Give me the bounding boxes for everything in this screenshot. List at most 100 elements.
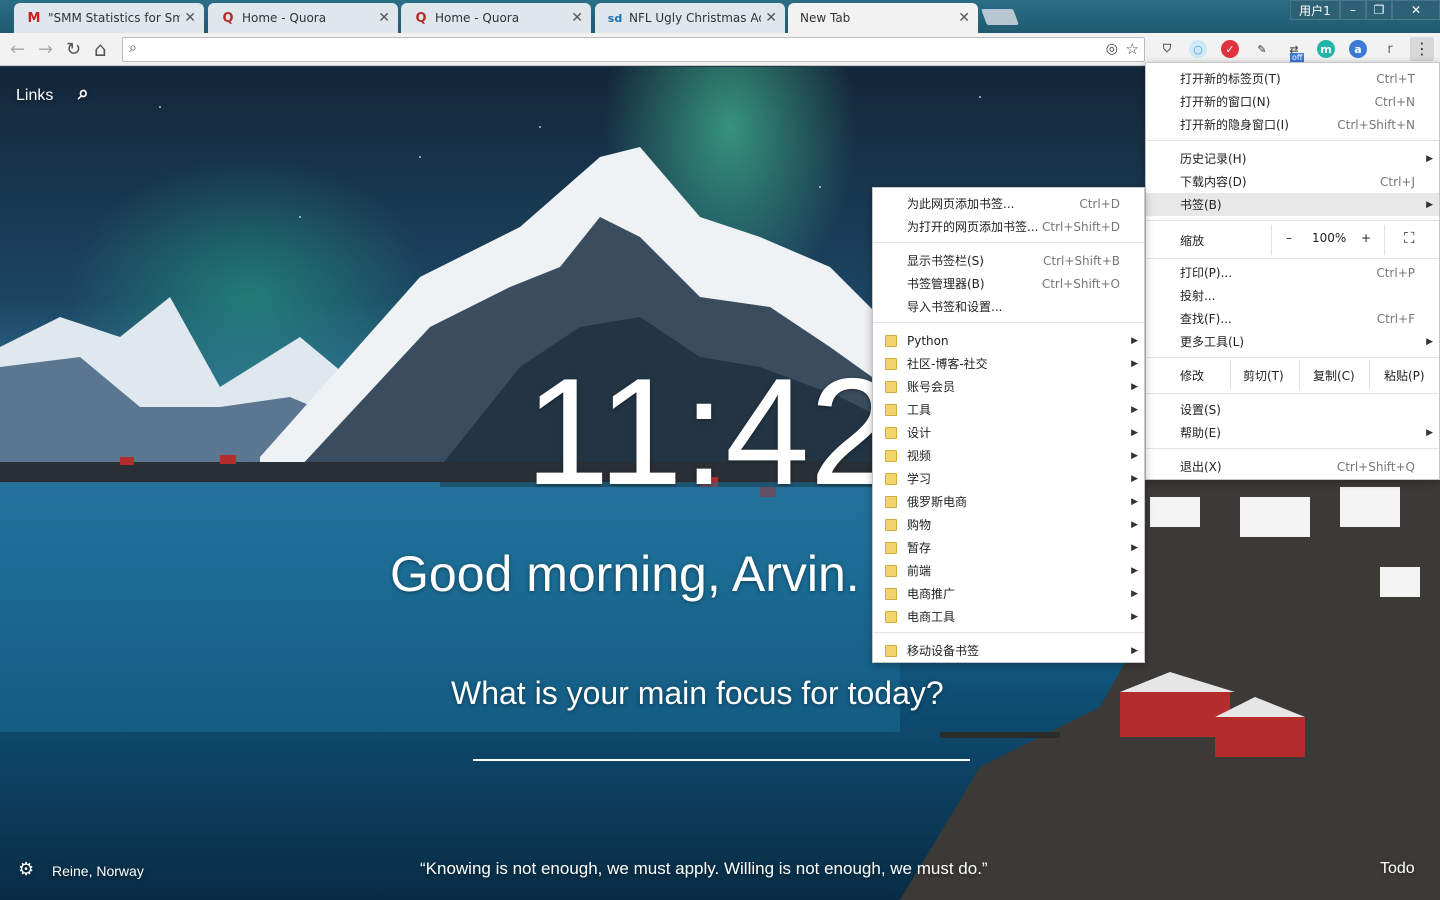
menu-new-window[interactable]: 打开新的窗口(N) Ctrl+N — [1146, 90, 1439, 113]
bookmark-add-open[interactable]: 为打开的网页添加书签... Ctrl+Shift+D — [873, 215, 1144, 238]
bookmark-folder[interactable]: 设计 ▶ — [873, 421, 1144, 444]
bookmark-folder[interactable]: Python ▶ — [873, 329, 1144, 352]
ublock-icon[interactable]: ⛉ — [1158, 40, 1176, 58]
menu-more-tools[interactable]: 更多工具(L) ▶ — [1146, 330, 1439, 353]
bookmark-folder[interactable]: 视频 ▶ — [873, 444, 1144, 467]
evernote-icon[interactable]: ✎ — [1253, 40, 1271, 58]
gmail-icon: M — [27, 10, 41, 26]
bookmark-manager[interactable]: 书签管理器(B) Ctrl+Shift+O — [873, 272, 1144, 295]
tab-nfl[interactable]: sd NFL Ugly Christmas Ad ✕ — [595, 3, 785, 33]
bookmark-folder[interactable]: 工具 ▶ — [873, 398, 1144, 421]
menu-settings[interactable]: 设置(S) — [1146, 398, 1439, 421]
bookmark-show-bar[interactable]: 显示书签栏(S) Ctrl+Shift+B — [873, 249, 1144, 272]
tab-quora-2[interactable]: Q Home - Quora ✕ — [401, 3, 591, 33]
search-icon: ⌕ — [129, 40, 137, 56]
folder-icon — [885, 541, 897, 554]
search-icon[interactable]: ⌕ — [78, 83, 89, 105]
tab-quora-1[interactable]: Q Home - Quora ✕ — [208, 3, 398, 33]
clock: 11:42 — [525, 347, 895, 517]
new-tab-button[interactable] — [981, 9, 1019, 25]
menu-find[interactable]: 查找(F)... Ctrl+F — [1146, 307, 1439, 330]
minimize-button[interactable]: – — [1340, 0, 1366, 20]
m-ext-icon[interactable]: m — [1317, 40, 1335, 58]
menu-cast[interactable]: 投射... — [1146, 284, 1439, 307]
user-profile-button[interactable]: 用户1 — [1290, 0, 1340, 20]
address-bar[interactable]: ⌕ ◎ ☆ — [122, 37, 1145, 62]
fullscreen-icon[interactable]: ⛶ — [1404, 229, 1415, 247]
links-button[interactable]: Links — [16, 87, 53, 105]
submenu-arrow-icon: ▶ — [1131, 404, 1138, 415]
close-tab-icon[interactable]: ✕ — [378, 10, 390, 26]
copy-button[interactable]: 复制(C) — [1313, 367, 1355, 384]
bookmark-folder[interactable]: 前端 ▶ — [873, 559, 1144, 582]
submenu-arrow-icon: ▶ — [1426, 199, 1433, 210]
menu-help[interactable]: 帮助(E) ▶ — [1146, 421, 1439, 444]
menu-separator — [1146, 393, 1439, 394]
menu-downloads[interactable]: 下载内容(D) Ctrl+J — [1146, 170, 1439, 193]
focus-input[interactable] — [473, 717, 970, 757]
back-icon[interactable]: ← — [10, 39, 25, 60]
forward-icon[interactable]: → — [38, 39, 53, 60]
submenu-arrow-icon: ▶ — [1131, 335, 1138, 346]
folder-icon — [885, 644, 897, 657]
home-icon[interactable]: ⌂ — [94, 37, 107, 61]
submenu-arrow-icon: ▶ — [1426, 427, 1433, 438]
folder-icon — [885, 426, 897, 439]
tab-title: NFL Ugly Christmas Ad — [629, 11, 762, 25]
cut-button[interactable]: 剪切(T) — [1243, 367, 1284, 384]
tab-new-tab[interactable]: New Tab ✕ — [788, 3, 978, 33]
menu-separator — [1146, 140, 1439, 141]
location-icon[interactable]: ◎ — [1106, 41, 1118, 57]
close-tab-icon[interactable]: ✕ — [765, 10, 777, 26]
tab-title: Home - Quora — [435, 11, 520, 25]
close-tab-icon[interactable]: ✕ — [958, 10, 970, 26]
bookmark-import[interactable]: 导入书签和设置... — [873, 295, 1144, 318]
pocket-icon[interactable]: ✓ — [1221, 40, 1239, 58]
menu-incognito[interactable]: 打开新的隐身窗口(I) Ctrl+Shift+N — [1146, 113, 1439, 136]
star-icon[interactable]: ☆ — [1126, 40, 1139, 58]
bookmark-folder[interactable]: 账号会员 ▶ — [873, 375, 1144, 398]
bookmark-folder[interactable]: 购物 ▶ — [873, 513, 1144, 536]
chrome-menu-button[interactable]: ⋮ — [1410, 37, 1434, 61]
bookmark-folder[interactable]: 俄罗斯电商 ▶ — [873, 490, 1144, 513]
paste-button[interactable]: 粘贴(P) — [1384, 367, 1425, 384]
bookmark-folder[interactable]: 学习 ▶ — [873, 467, 1144, 490]
submenu-arrow-icon: ▶ — [1131, 427, 1138, 438]
settings-gear-icon[interactable]: ⚙ — [18, 859, 34, 880]
tab-gmail[interactable]: M "SMM Statistics for Sm ✕ — [14, 3, 204, 33]
folder-icon — [885, 518, 897, 531]
zoom-in-button[interactable]: + — [1361, 231, 1371, 245]
bookmark-folder[interactable]: 暂存 ▶ — [873, 536, 1144, 559]
menu-exit[interactable]: 退出(X) Ctrl+Shift+Q — [1146, 455, 1439, 478]
submenu-arrow-icon: ▶ — [1131, 542, 1138, 553]
folder-icon — [885, 495, 897, 508]
menu-bookmarks[interactable]: 书签(B) ▶ — [1146, 193, 1439, 216]
menu-edit-row: 修改 剪切(T) 复制(C) 粘贴(P) — [1146, 360, 1439, 390]
quora-icon: Q — [222, 10, 234, 26]
close-window-button[interactable]: ✕ — [1392, 0, 1440, 20]
submenu-arrow-icon: ▶ — [1131, 611, 1138, 622]
r-ext-icon[interactable]: r — [1381, 40, 1399, 58]
bookmark-folder[interactable]: 电商推广 ▶ — [873, 582, 1144, 605]
submenu-arrow-icon: ▶ — [1131, 473, 1138, 484]
menu-print[interactable]: 打印(P)... Ctrl+P — [1146, 261, 1439, 284]
bookmark-folder[interactable]: 社区-博客-社交 ▶ — [873, 352, 1144, 375]
photo-location[interactable]: Reine, Norway — [52, 863, 144, 879]
bookmark-add-page[interactable]: 为此网页添加书签... Ctrl+D — [873, 192, 1144, 215]
submenu-arrow-icon: ▶ — [1426, 153, 1433, 164]
todo-button[interactable]: Todo — [1380, 860, 1415, 878]
reload-icon[interactable]: ↻ — [66, 39, 81, 60]
quora-icon: Q — [415, 10, 427, 26]
bookmark-mobile[interactable]: 移动设备书签 ▶ — [873, 639, 1144, 662]
close-tab-icon[interactable]: ✕ — [571, 10, 583, 26]
a-ext-icon[interactable]: a — [1349, 40, 1367, 58]
restore-button[interactable]: ❐ — [1366, 0, 1392, 20]
greeting: Good morning, Arvin. — [390, 546, 860, 602]
close-tab-icon[interactable]: ✕ — [184, 10, 196, 26]
menu-new-tab[interactable]: 打开新的标签页(T) Ctrl+T — [1146, 67, 1439, 90]
zoom-out-button[interactable]: – — [1286, 231, 1292, 245]
circle-ext-icon[interactable]: ○ — [1189, 40, 1207, 58]
menu-separator — [873, 322, 1144, 323]
menu-history[interactable]: 历史记录(H) ▶ — [1146, 147, 1439, 170]
bookmark-folder[interactable]: 电商工具 ▶ — [873, 605, 1144, 628]
